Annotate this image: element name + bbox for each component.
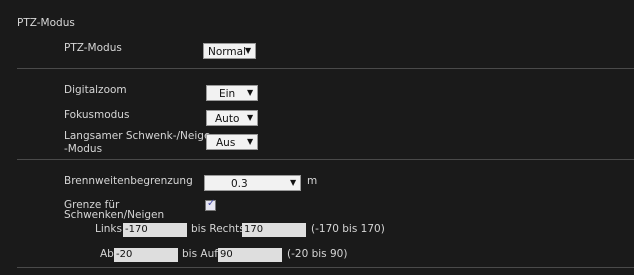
slow-pan-tilt-label-line1: Langsamer Schwenk-/Neige <box>64 130 211 142</box>
focal-limit-value: 0.3 <box>231 178 248 190</box>
dropdown-arrow-icon: ▼ <box>247 137 254 146</box>
digital-zoom-value: Ein <box>219 88 236 100</box>
slow-pan-tilt-label-line2: -Modus <box>64 143 103 155</box>
pan-tilt-limit-label-line2: Schwenken/Neigen <box>64 209 165 221</box>
focal-limit-select[interactable]: 0.3 ▼ <box>204 175 301 191</box>
divider <box>17 267 634 268</box>
tilt-up-label: bis Auf <box>182 248 218 260</box>
focus-mode-value: Auto <box>215 113 240 125</box>
ptz-mode-label: PTZ-Modus <box>64 42 122 54</box>
pan-tilt-limit-checkbox[interactable]: ✓ <box>205 198 216 211</box>
tilt-down-label: Ab <box>100 248 114 260</box>
dropdown-arrow-icon: ▼ <box>290 178 297 187</box>
divider <box>17 159 634 160</box>
pan-right-input[interactable] <box>242 223 306 237</box>
focal-limit-label: Brennweitenbegrenzung <box>64 175 193 187</box>
slow-pan-tilt-select[interactable]: Aus ▼ <box>206 134 258 150</box>
digital-zoom-label: Digitalzoom <box>64 84 127 96</box>
ptz-mode-select[interactable]: Normal ▼ <box>203 43 256 59</box>
pan-right-label: bis Rechts <box>191 223 245 235</box>
slow-pan-tilt-value: Aus <box>216 137 236 149</box>
dropdown-arrow-icon: ▼ <box>245 46 252 55</box>
dropdown-arrow-icon: ▼ <box>247 88 254 97</box>
divider <box>17 68 634 69</box>
checkmark-icon: ✓ <box>207 198 216 209</box>
ptz-mode-value: Normal <box>208 46 246 58</box>
pan-range-hint: (-170 bis 170) <box>311 223 385 235</box>
dropdown-arrow-icon: ▼ <box>247 113 254 122</box>
tilt-down-input[interactable] <box>114 248 178 262</box>
tilt-range-hint: (-20 bis 90) <box>287 248 348 260</box>
digital-zoom-select[interactable]: Ein ▼ <box>206 85 258 101</box>
focus-mode-label: Fokusmodus <box>64 109 130 121</box>
pan-left-label: Links <box>95 223 122 235</box>
focus-mode-select[interactable]: Auto ▼ <box>206 110 258 126</box>
focal-limit-unit: m <box>307 175 318 187</box>
section-title: PTZ-Modus <box>17 17 75 29</box>
tilt-up-input[interactable] <box>218 248 282 262</box>
pan-left-input[interactable] <box>123 223 187 237</box>
